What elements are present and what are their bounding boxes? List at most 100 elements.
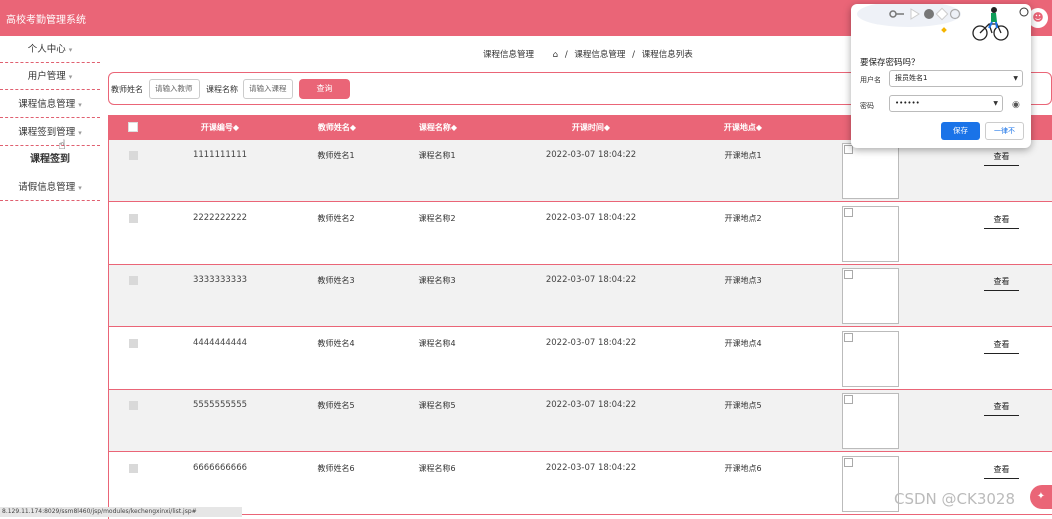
hand-cursor-icon: ☝ bbox=[58, 138, 66, 153]
save-password-dialog: 要保存密码吗？ 用户名 报员姓名1 ▼ 密码 •••••• ▼ ◉ 保存 一律不 bbox=[851, 4, 1031, 148]
header-course-id[interactable]: 开课编号◆ bbox=[201, 122, 239, 133]
view-button[interactable]: 查看 bbox=[984, 276, 1019, 291]
sidebar-item-label: 个人中心 bbox=[27, 44, 66, 55]
chevron-down-icon: ▾ bbox=[68, 46, 73, 54]
sidebar-item-course-signin[interactable]: 课程签到 bbox=[0, 146, 100, 173]
sidebar-item-user-management[interactable]: 用户管理 ▾ bbox=[0, 63, 100, 90]
header-course-time[interactable]: 开课时间◆ bbox=[572, 122, 610, 133]
cell-teacher-name: 教师姓名6 bbox=[317, 464, 355, 473]
chevron-down-icon: ▾ bbox=[78, 184, 82, 192]
dialog-title: 要保存密码吗？ bbox=[860, 58, 920, 68]
row-checkbox[interactable] bbox=[129, 339, 138, 348]
cell-course-time: 2022-03-07 18:04:22 bbox=[545, 150, 637, 160]
cell-course-time: 2022-03-07 18:04:22 bbox=[545, 463, 637, 473]
sidebar-item-label: 课程签到 bbox=[30, 154, 70, 165]
course-image-placeholder bbox=[842, 206, 899, 262]
row-checkbox[interactable] bbox=[129, 276, 138, 285]
cell-course-name: 课程名称6 bbox=[418, 464, 456, 473]
cell-course-place: 开课地点3 bbox=[724, 276, 762, 285]
cell-course-id: 6666666666 bbox=[192, 463, 248, 473]
username-field[interactable]: 报员姓名1 ▼ bbox=[889, 70, 1023, 87]
cell-course-place: 开课地点4 bbox=[724, 339, 762, 348]
view-button[interactable]: 查看 bbox=[984, 401, 1019, 416]
chevron-down-icon: ▾ bbox=[78, 129, 82, 137]
teacher-name-input[interactable]: 请输入教师 bbox=[149, 79, 200, 99]
cell-course-id: 3333333333 bbox=[192, 275, 248, 285]
header-teacher-name[interactable]: 教师姓名◆ bbox=[318, 122, 356, 133]
user-icon[interactable]: ☻ bbox=[1028, 8, 1048, 28]
chevron-down-icon[interactable]: ▼ bbox=[993, 96, 998, 111]
cell-course-name: 课程名称3 bbox=[418, 276, 456, 285]
course-image-placeholder bbox=[842, 143, 899, 199]
breadcrumb-separator: / bbox=[632, 50, 635, 60]
password-field[interactable]: •••••• ▼ bbox=[889, 95, 1003, 112]
view-button[interactable]: 查看 bbox=[984, 339, 1019, 354]
sidebar-item-course-info[interactable]: 课程信息管理 ▾ bbox=[0, 91, 100, 118]
cell-course-place: 开课地点6 bbox=[724, 464, 762, 473]
course-table: 开课编号◆ 教师姓名◆ 课程名称◆ 开课时间◆ 开课地点◆ 1111111111… bbox=[108, 115, 1052, 519]
cell-course-name: 课程名称4 bbox=[418, 339, 456, 348]
cell-course-name: 课程名称2 bbox=[418, 214, 456, 223]
breadcrumb: 课程信息管理 ⌂ / 课程信息管理 / 课程信息列表 bbox=[483, 48, 693, 60]
table-row: 3333333333 教师姓名3 课程名称3 2022-03-07 18:04:… bbox=[109, 265, 1052, 327]
course-name-label: 课程名称 bbox=[206, 85, 238, 94]
watermark: CSDN @CK3028 bbox=[894, 490, 1016, 508]
table-row: 2222222222 教师姓名2 课程名称2 2022-03-07 18:04:… bbox=[109, 203, 1052, 265]
username-value: 报员姓名1 bbox=[895, 74, 928, 82]
sidebar-item-label: 请假信息管理 bbox=[18, 182, 76, 193]
cell-teacher-name: 教师姓名5 bbox=[317, 401, 355, 410]
course-name-input[interactable]: 请输入课程 bbox=[243, 79, 293, 99]
breadcrumb-section: 课程信息管理 bbox=[483, 50, 535, 60]
status-url-bar: 8.129.11.174:8029/ssm8l460/jsp/modules/k… bbox=[0, 507, 242, 517]
home-icon[interactable]: ⌂ bbox=[553, 50, 558, 60]
course-image-placeholder bbox=[842, 268, 899, 324]
chevron-down-icon: ▾ bbox=[78, 101, 82, 109]
header-course-name[interactable]: 课程名称◆ bbox=[419, 122, 457, 133]
cell-teacher-name: 教师姓名3 bbox=[317, 276, 355, 285]
cell-teacher-name: 教师姓名4 bbox=[317, 339, 355, 348]
search-button[interactable]: 查询 bbox=[299, 79, 350, 99]
breadcrumb-level1[interactable]: 课程信息管理 bbox=[574, 50, 625, 60]
sidebar-item-signin-management[interactable]: 课程签到管理 ▾ bbox=[0, 119, 100, 146]
save-password-button[interactable]: 保存 bbox=[941, 122, 980, 140]
cell-course-time: 2022-03-07 18:04:22 bbox=[545, 338, 637, 348]
sidebar-item-personal-center[interactable]: 个人中心 ▾ bbox=[0, 36, 100, 63]
cyclist-icon bbox=[972, 7, 1009, 41]
select-all-checkbox[interactable] bbox=[128, 122, 138, 132]
cell-teacher-name: 教师姓名1 bbox=[317, 151, 355, 160]
eye-icon[interactable]: ◉ bbox=[1012, 100, 1020, 110]
password-illustration bbox=[857, 4, 1029, 41]
sidebar-item-label: 课程信息管理 bbox=[18, 99, 76, 110]
row-checkbox[interactable] bbox=[129, 151, 138, 160]
cell-course-id: 4444444444 bbox=[192, 338, 248, 348]
table-row: 1111111111 教师姓名1 课程名称1 2022-03-07 18:04:… bbox=[109, 140, 1052, 202]
password-label: 密码 bbox=[860, 102, 874, 110]
sidebar: 个人中心 ▾ 用户管理 ▾ 课程信息管理 ▾ 课程签到管理 ▾ 课程签到 请假信息管理 ▾ bbox=[0, 36, 100, 519]
cell-course-place: 开课地点5 bbox=[724, 401, 762, 410]
floating-action-button[interactable]: ✦ bbox=[1030, 485, 1052, 509]
cell-course-time: 2022-03-07 18:04:22 bbox=[545, 400, 637, 410]
breadcrumb-level2: 课程信息列表 bbox=[641, 50, 693, 60]
cell-course-id: 2222222222 bbox=[192, 213, 248, 223]
view-button[interactable]: 查看 bbox=[984, 214, 1019, 229]
cell-course-time: 2022-03-07 18:04:22 bbox=[545, 275, 637, 285]
row-checkbox[interactable] bbox=[129, 464, 138, 473]
username-label: 用户名 bbox=[860, 76, 881, 84]
never-save-button[interactable]: 一律不 bbox=[985, 122, 1024, 140]
sidebar-item-label: 课程签到管理 bbox=[18, 127, 76, 138]
course-image-placeholder bbox=[842, 456, 899, 512]
course-image-placeholder bbox=[842, 393, 899, 449]
view-button[interactable]: 查看 bbox=[984, 151, 1019, 166]
cell-teacher-name: 教师姓名2 bbox=[317, 214, 355, 223]
sidebar-item-leave-management[interactable]: 请假信息管理 ▾ bbox=[0, 174, 100, 201]
sidebar-item-label: 用户管理 bbox=[27, 71, 66, 82]
row-checkbox[interactable] bbox=[129, 401, 138, 410]
view-button[interactable]: 查看 bbox=[984, 464, 1019, 479]
row-checkbox[interactable] bbox=[129, 214, 138, 223]
header-course-place[interactable]: 开课地点◆ bbox=[724, 122, 762, 133]
chevron-down-icon[interactable]: ▼ bbox=[1013, 71, 1018, 86]
teacher-name-label: 教师姓名 bbox=[111, 85, 143, 94]
table-row: 5555555555 教师姓名5 课程名称5 2022-03-07 18:04:… bbox=[109, 390, 1052, 452]
cell-course-id: 5555555555 bbox=[192, 400, 248, 410]
cell-course-time: 2022-03-07 18:04:22 bbox=[545, 213, 637, 223]
